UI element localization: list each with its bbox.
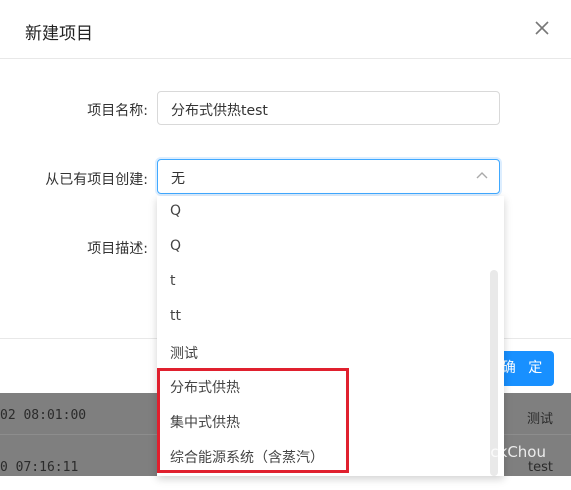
close-icon xyxy=(535,21,549,35)
source-project-label: 从已有项目创建: xyxy=(45,172,148,188)
watermark: 知乎 @JackChou xyxy=(427,443,546,461)
dropdown-option[interactable]: tt xyxy=(170,308,181,324)
dropdown-option[interactable]: Q xyxy=(170,203,181,219)
row-name: 测试 xyxy=(526,412,553,427)
close-button[interactable] xyxy=(531,17,553,39)
dropdown-option[interactable]: Q xyxy=(170,238,181,254)
modal-title: 新建项目 xyxy=(25,24,93,44)
project-name-label: 项目名称: xyxy=(87,103,148,119)
row-name: test xyxy=(528,460,553,475)
chevron-up-icon xyxy=(476,172,488,179)
source-project-select[interactable]: 无 xyxy=(157,159,500,194)
highlight-annotation xyxy=(157,368,349,473)
dropdown-option[interactable]: 测试 xyxy=(170,343,198,363)
project-name-input[interactable]: 分布式供热test xyxy=(157,91,500,125)
source-project-value: 无 xyxy=(171,171,185,187)
row-time: 02 08:01:00 xyxy=(0,408,87,423)
modal-header: 新建项目 xyxy=(0,0,571,59)
row-time: 0 07:16:11 xyxy=(0,460,79,475)
project-name-value: 分布式供热test xyxy=(171,103,268,119)
dropdown-option[interactable]: t xyxy=(170,273,176,289)
project-desc-label: 项目描述: xyxy=(87,241,148,257)
